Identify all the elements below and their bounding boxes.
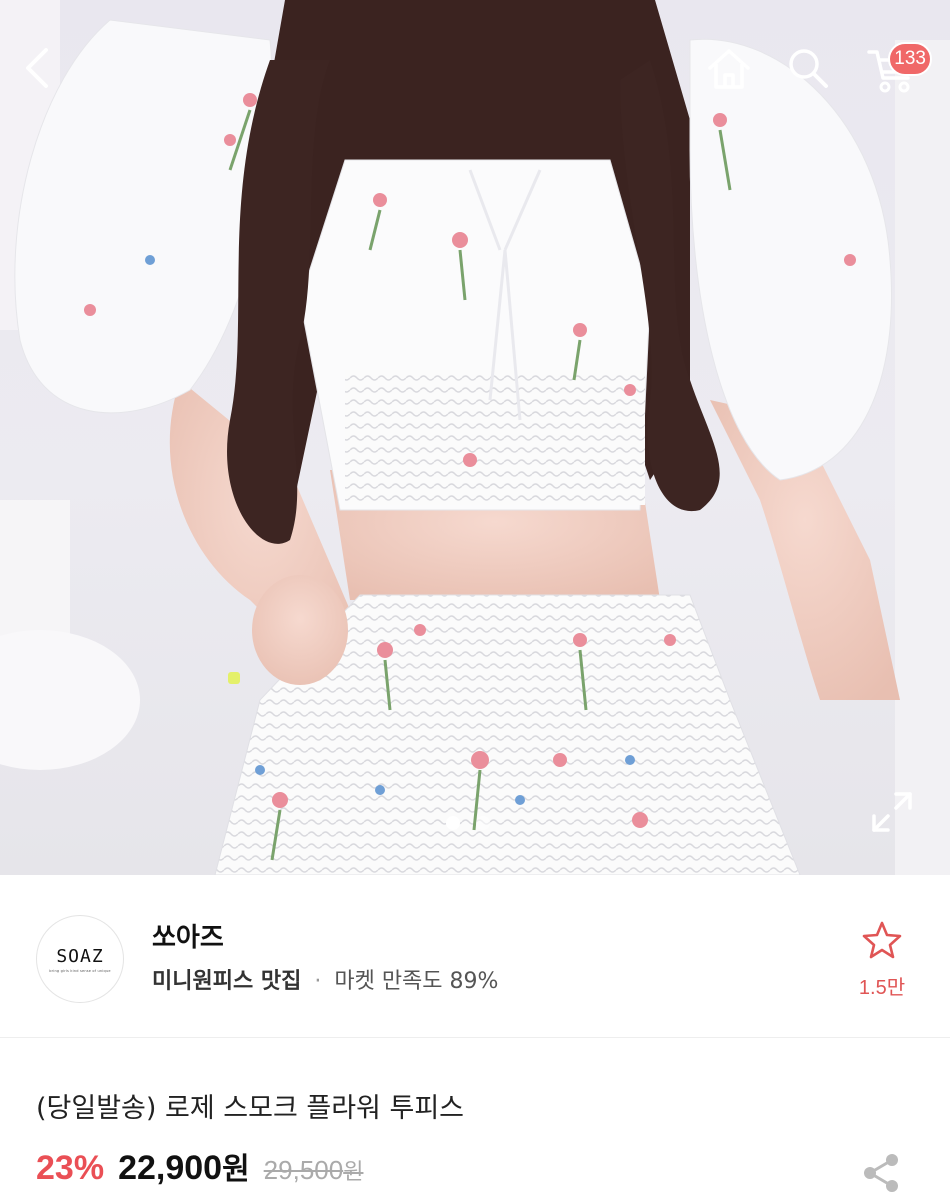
star-icon [862, 921, 902, 959]
share-icon [864, 1154, 898, 1192]
favorite-button[interactable]: 1.5만 [846, 921, 918, 1000]
sale-price-unit: 원 [222, 1152, 250, 1187]
cart-count-badge: 133 [888, 42, 932, 76]
share-button[interactable] [858, 1150, 904, 1196]
home-button[interactable] [706, 46, 770, 110]
back-icon [26, 48, 48, 88]
home-icon [708, 49, 750, 89]
discount-rate: 23% [36, 1149, 105, 1187]
product-photo [0, 0, 950, 875]
seller-category: 미니원피스 맛집 [152, 969, 302, 994]
seller-info-separator: · [314, 969, 322, 994]
seller-satisfaction: 마켓 만족도 89% [334, 969, 499, 994]
expand-image-button[interactable] [866, 786, 918, 838]
price-row: 23% 22,900 원 29,500 원 [36, 1144, 363, 1188]
seller-name[interactable]: 쏘아즈 [152, 917, 224, 954]
product-image-carousel[interactable]: 133 [0, 0, 950, 875]
search-icon [789, 49, 828, 88]
seller-logo[interactable]: SOAZ bring girls kind sense of unique [36, 915, 124, 1003]
seller-logo-text: SOAZ [56, 945, 104, 967]
seller-logo-tagline: bring girls kind sense of unique [49, 968, 111, 973]
original-price: 29,500 [263, 1155, 344, 1185]
seller-section[interactable]: SOAZ bring girls kind sense of unique 쏘아… [0, 875, 950, 1038]
carousel-dot[interactable] [446, 816, 460, 830]
favorite-count: 1.5만 [858, 977, 906, 999]
product-title: (당일발송) 로제 스모크 플라워 투피스 [36, 1093, 464, 1124]
expand-icon [872, 792, 912, 832]
sale-price: 22,900 [118, 1149, 223, 1187]
back-button[interactable] [20, 46, 84, 110]
carousel-indicator [446, 816, 490, 830]
search-button[interactable] [786, 46, 850, 110]
original-price-unit: 원 [343, 1160, 364, 1185]
seller-info: 미니원피스 맛집 · 마켓 만족도 89% [152, 963, 498, 995]
carousel-dot[interactable] [476, 816, 490, 830]
cart-button[interactable]: 133 [866, 42, 932, 110]
